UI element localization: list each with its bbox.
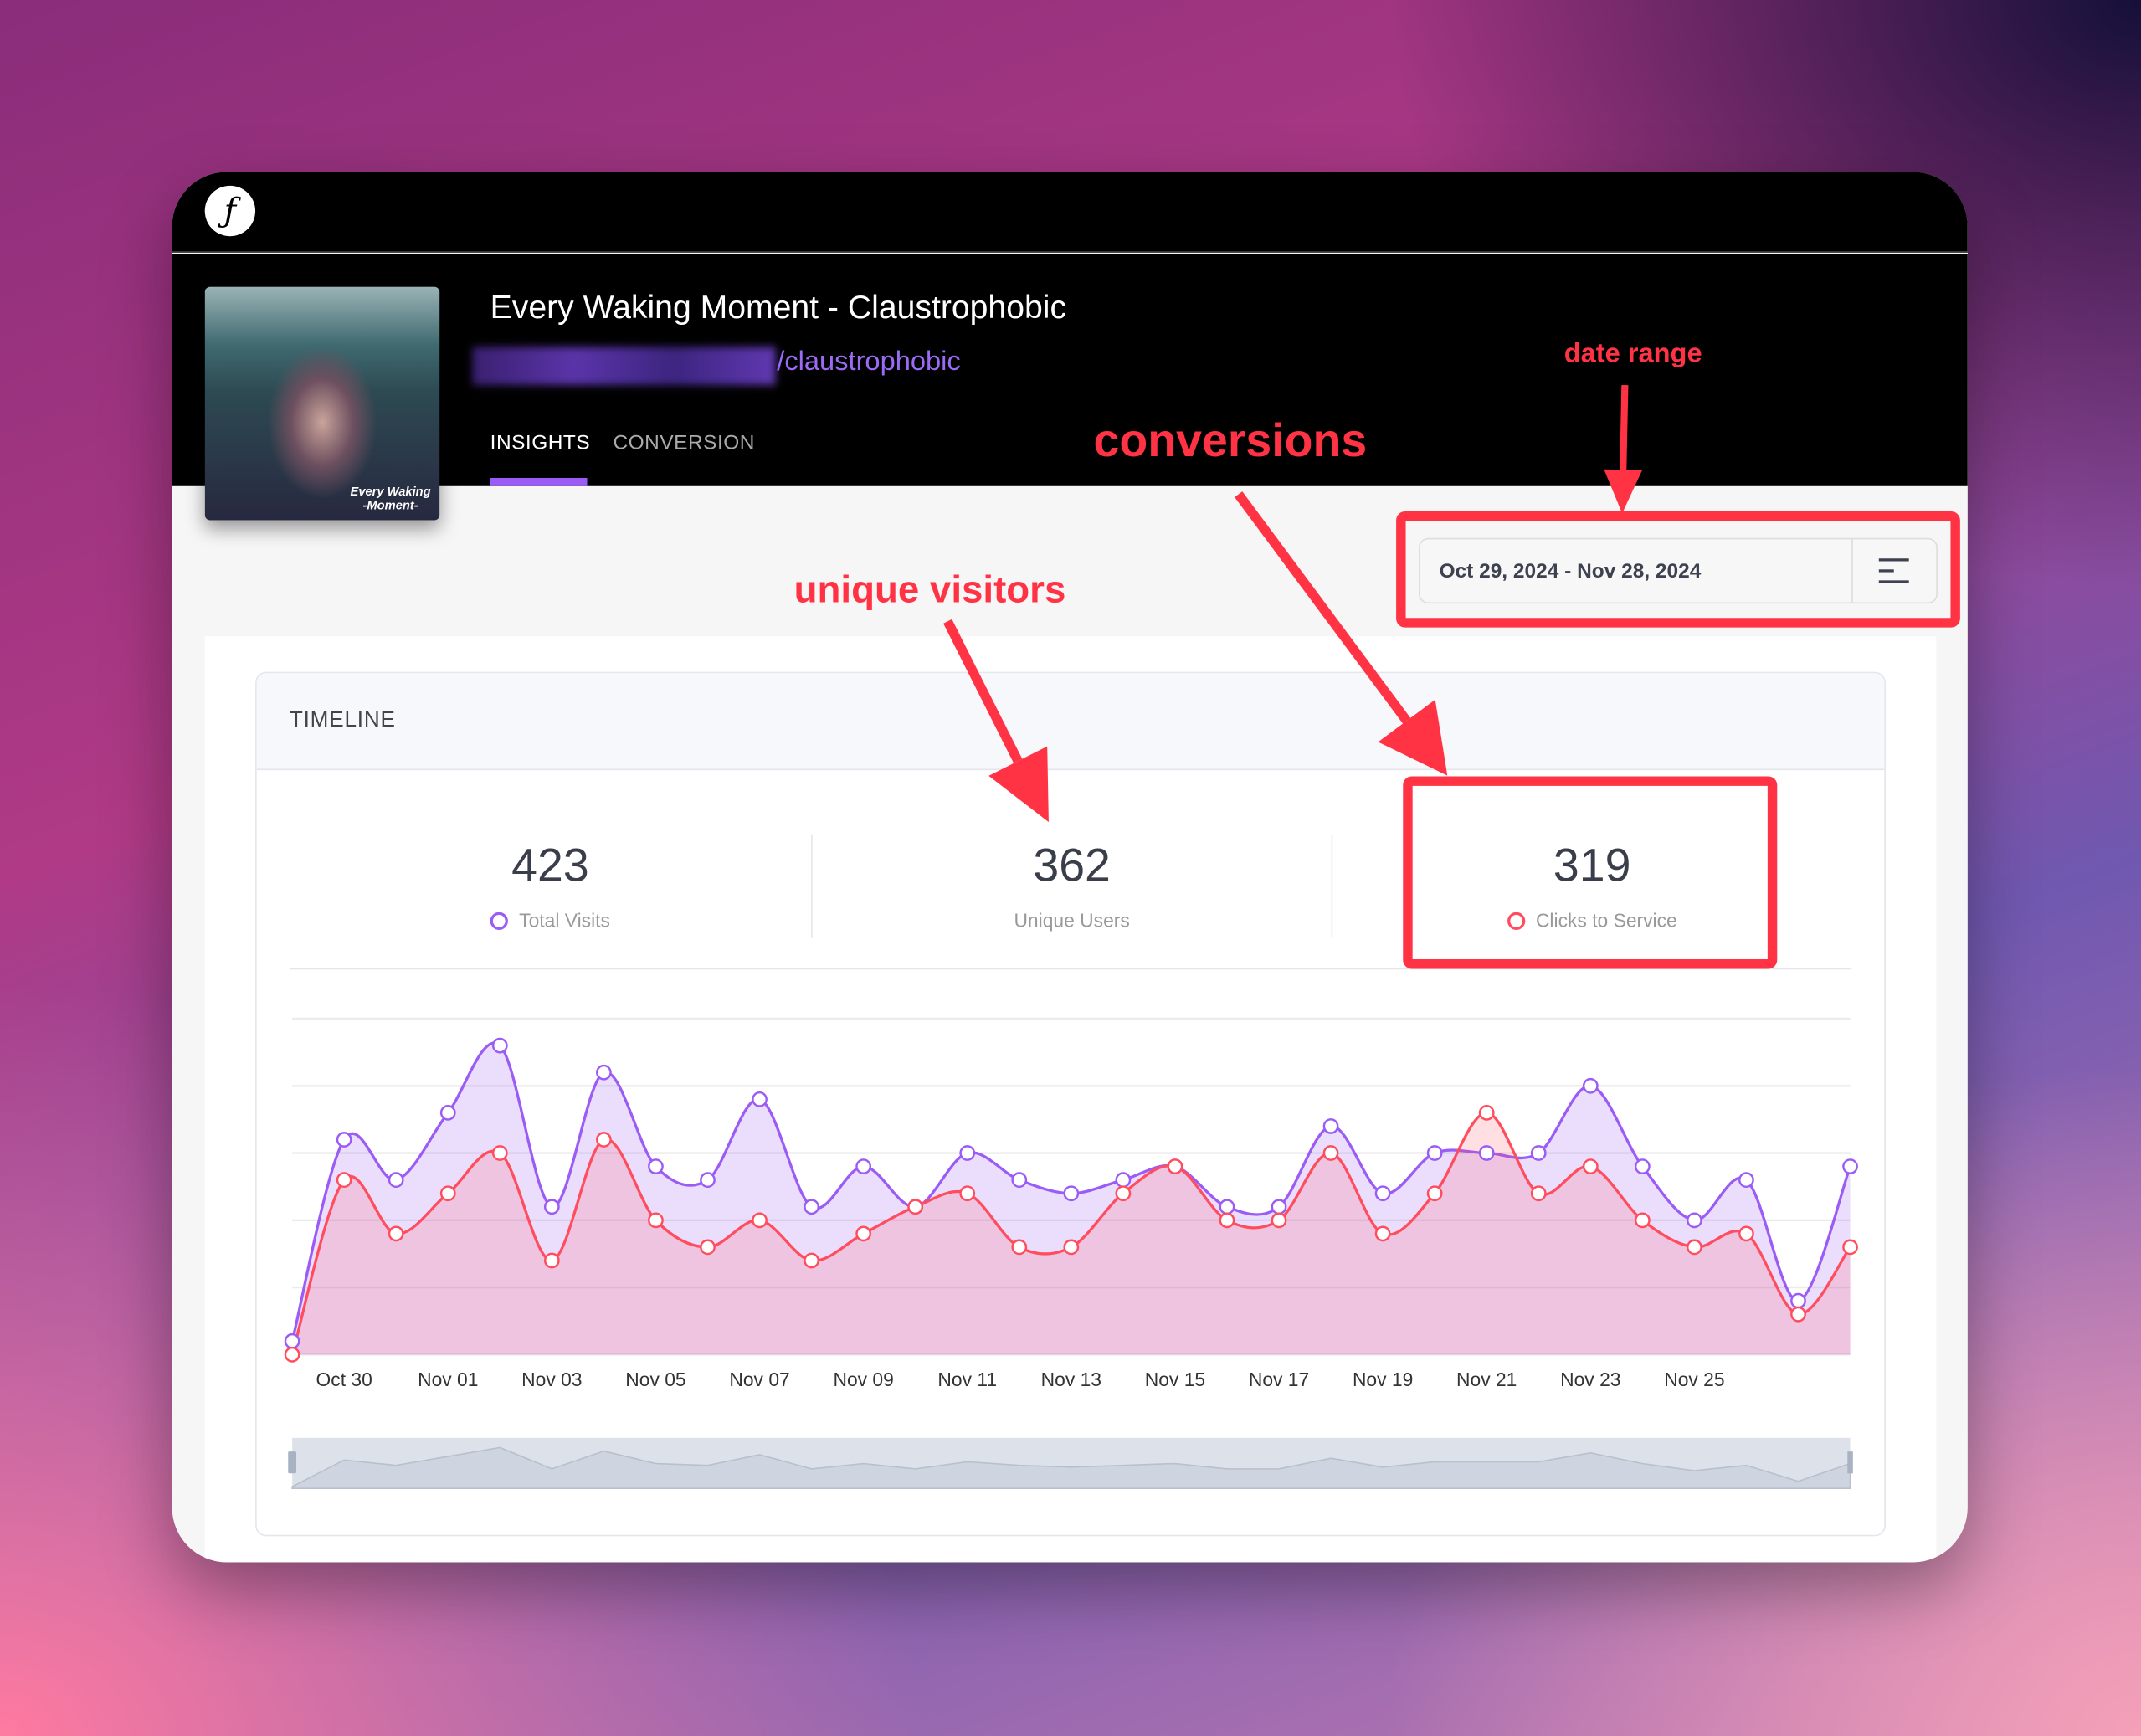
highlight-box-conversions xyxy=(1403,776,1778,969)
arrow-line xyxy=(1235,491,1411,724)
annotation-conversions: conversions xyxy=(1094,414,1368,466)
annotations: date range conversions unique visitors xyxy=(794,336,1960,969)
arrow-line xyxy=(1620,384,1629,470)
annotation-unique-visitors: unique visitors xyxy=(794,568,1066,610)
arrow-line xyxy=(943,619,1023,763)
highlight-box-date-range xyxy=(1396,511,1960,628)
annotation-date-range: date range xyxy=(1564,336,1702,367)
arrow-head xyxy=(1378,699,1448,776)
arrow-head xyxy=(1604,469,1643,514)
